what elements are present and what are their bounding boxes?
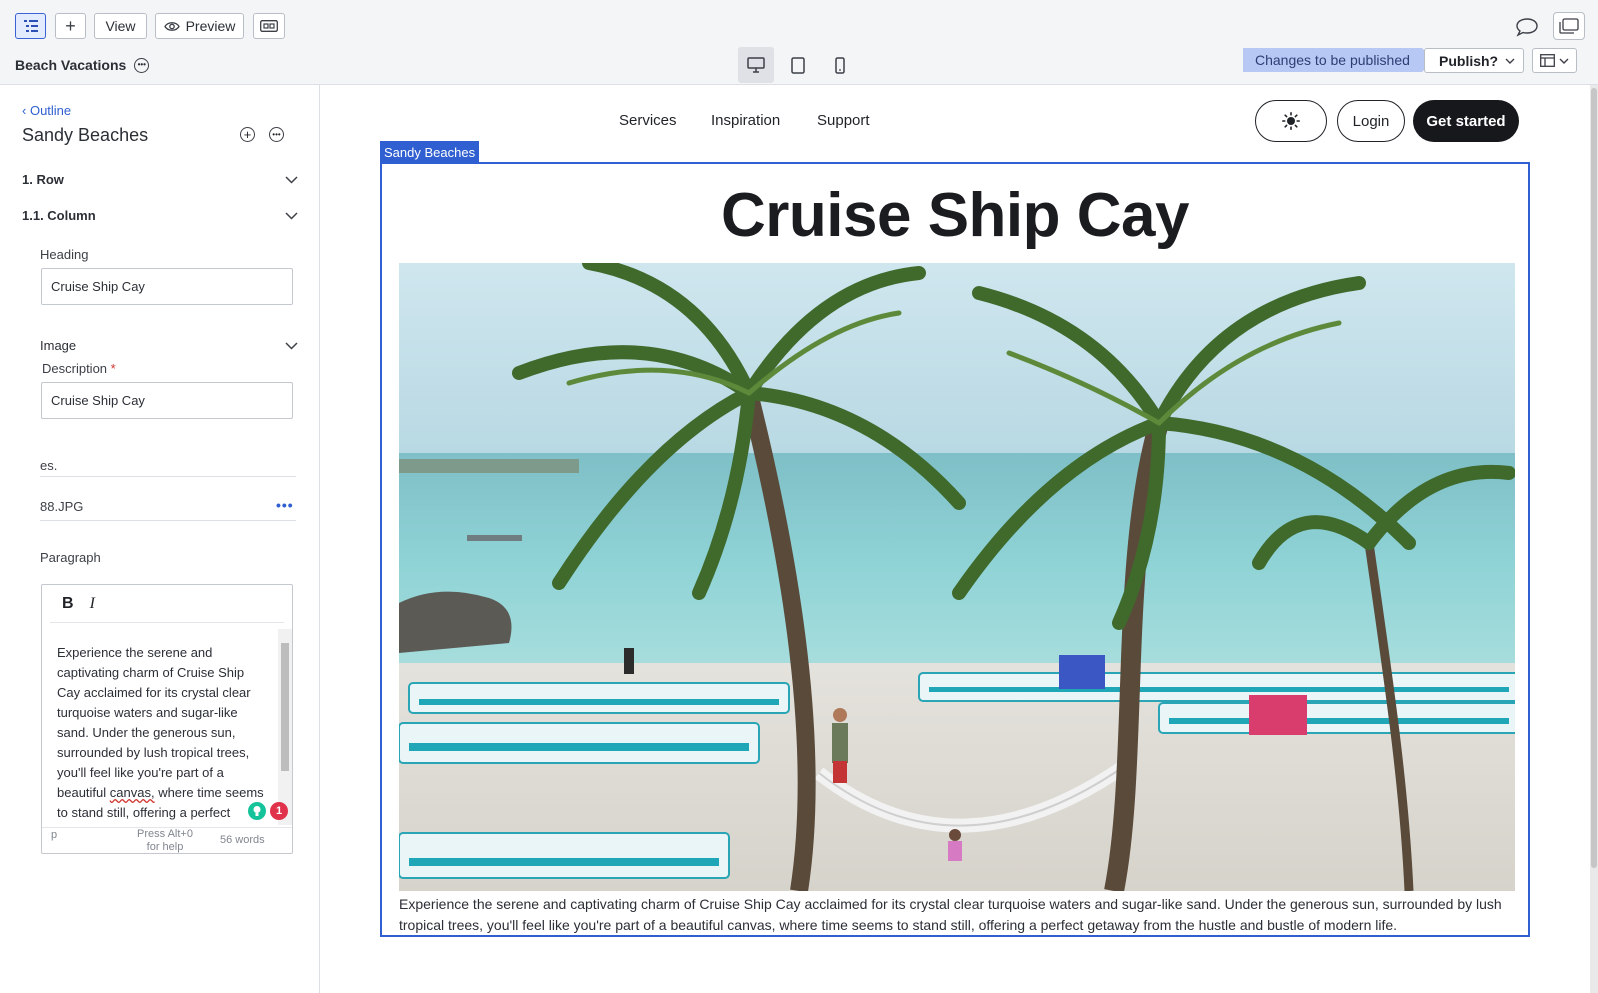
grammarly-widget[interactable]: 1 [248,802,288,820]
login-button[interactable]: Login [1337,100,1405,142]
editor-toolbar: B I [50,585,284,623]
folder-icon [1559,18,1579,34]
nav-support[interactable]: Support [817,112,870,129]
eye-icon [163,21,180,31]
paragraph-textarea[interactable]: Experience the serene and captivating ch… [42,629,278,825]
preview-button-label: Preview [185,18,236,34]
section-column-label: 1.1. Column [22,208,96,223]
publish-button-label: Publish? [1439,52,1499,69]
section-column[interactable]: 1.1. Column [22,208,298,223]
outline-toggle-button[interactable] [15,13,46,39]
site-title-text: Beach Vacations [15,57,127,73]
publish-button[interactable]: Publish? [1424,48,1524,73]
heading-field-label: Heading [40,247,89,262]
chevron-down-icon [285,175,298,184]
preview-canvas: Services Inspiration Support Login Get s… [321,85,1598,993]
outline-back-link[interactable]: ‹ Outline [22,103,71,118]
selection-tag[interactable]: Sandy Beaches [380,141,480,163]
italic-button[interactable]: I [90,595,95,613]
editor-scroll-thumb[interactable] [281,643,289,771]
plus-icon: + [65,15,76,36]
sun-icon [1282,112,1300,130]
chevron-down-icon [1505,58,1515,64]
editor-scrollbar[interactable] [278,629,292,825]
required-marker: * [110,361,116,376]
section-row[interactable]: 1. Row [22,172,298,187]
paragraph-text: Experience the serene and captivating ch… [57,645,251,800]
layout-icon [1540,54,1555,67]
description-field-label: Description * [42,361,116,376]
nav-services[interactable]: Services [619,112,677,129]
image-file-name: 88.JPG [40,499,84,514]
preview-button[interactable]: Preview [155,13,244,39]
site-navigation: Services Inspiration Support Login Get s… [321,85,1598,155]
element-path: p [51,829,58,841]
divider [40,520,296,521]
get-started-button[interactable]: Get started [1413,100,1519,142]
theme-toggle-button[interactable] [1255,100,1327,142]
chevron-down-icon [285,341,298,350]
desktop-icon [747,57,765,73]
description-input[interactable]: Cruise Ship Cay [41,382,293,419]
add-circle-icon[interactable]: + [240,127,255,142]
bold-button[interactable]: B [62,595,74,613]
paragraph-text-flagged: canvas, [109,785,155,800]
tablet-view-button[interactable] [780,47,816,83]
panel-actions: + ••• [240,127,284,142]
component-icon [260,20,278,32]
chevron-left-icon: ‹ [22,103,30,118]
grammarly-alert-badge[interactable]: 1 [270,802,288,820]
heading-input[interactable]: Cruise Ship Cay [41,268,293,305]
image-section-label: Image [40,338,77,353]
outline-list-icon [23,20,38,32]
folder-button[interactable] [1553,12,1585,40]
view-button[interactable]: View [94,13,147,39]
view-button-label: View [105,18,136,34]
mobile-icon [835,56,845,74]
mobile-view-button[interactable] [822,47,858,83]
publish-status-badge: Changes to be published [1243,48,1434,72]
layout-switch-button[interactable] [1532,48,1577,73]
component-button[interactable] [253,13,285,39]
panel-title: Sandy Beaches [22,125,149,145]
bulb-icon[interactable] [248,802,266,820]
editor-statusbar: p Press Alt+0 for help 56 words [42,827,292,853]
tablet-icon [791,56,805,74]
paragraph-field-label: Paragraph [40,550,101,565]
add-button[interactable]: + [55,13,86,39]
site-title: Beach Vacations ••• [15,57,150,73]
more-options-icon[interactable]: ••• [269,127,284,142]
canvas-scroll-thumb[interactable] [1591,88,1597,868]
editor-help-hint: Press Alt+0 for help [137,828,193,853]
desktop-view-button[interactable] [738,47,774,83]
hero-description[interactable]: Experience the serene and captivating ch… [399,894,1519,936]
chevron-down-icon [285,211,298,220]
divider [40,476,296,477]
hero-heading[interactable]: Cruise Ship Cay [382,180,1528,251]
images-partial-label: ‍es. [40,458,58,473]
word-count: 56 words [220,834,265,846]
nav-inspiration[interactable]: Inspiration [711,112,780,129]
selected-section[interactable]: Cruise Ship Cay Experience the serene an… [380,162,1530,937]
image-section[interactable]: Image [40,338,298,353]
chevron-down-icon [1559,58,1569,64]
more-options-icon[interactable]: ••• [134,57,150,73]
description-label-text: Description [42,361,108,376]
hero-image[interactable] [399,263,1515,891]
comment-icon[interactable] [1513,13,1541,41]
device-switcher [738,47,858,83]
file-more-options-icon[interactable]: ••• [276,497,294,513]
top-toolbar: + View Preview Beach Vacations ••• Chang… [0,0,1598,85]
outline-back-label: Outline [29,103,72,118]
outline-panel: ‹ Outline Sandy Beaches + ••• 1. Row 1.1… [0,85,320,993]
section-row-label: 1. Row [22,172,64,187]
